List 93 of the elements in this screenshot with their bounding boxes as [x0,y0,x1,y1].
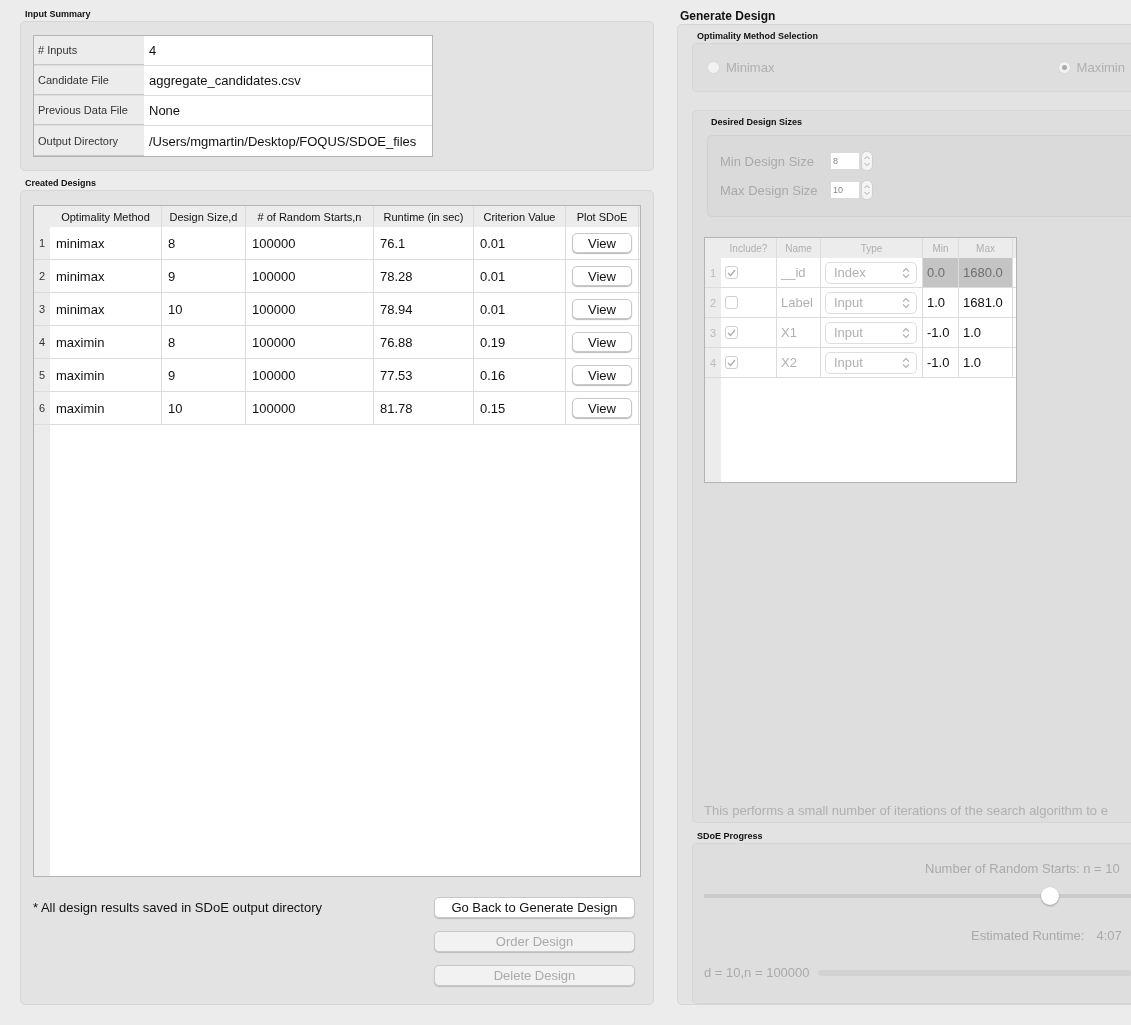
table-cell: 1.0 [959,318,1013,347]
table-cell: 100000 [246,359,374,391]
table-cell-text: /Users/mgmartin/Desktop/FOQUS/SDOE_files [148,132,418,151]
stepper-icon[interactable] [861,180,873,200]
table-cell: minimax [50,260,162,292]
table-cell-text: None [148,102,182,120]
table-cell: 8 [162,326,246,358]
table-cell: 1680.0 [959,258,1013,287]
table-cell: 0.0 [923,258,959,287]
column-header[interactable]: Runtime (in sec) [374,206,474,227]
note-text: * All design results saved in SDoE output directory [33,899,323,917]
table-cell: maximin [50,359,162,391]
table-cell: 9 [162,260,246,292]
table-cell: 1681.0 [959,288,1013,317]
column-header[interactable]: Criterion Value [474,206,566,227]
view-button[interactable]: View [572,332,632,352]
row-number: 1 [34,227,50,259]
row-number: 2 [34,260,50,292]
updown-arrows-icon [902,356,910,369]
table-cell: 0.16 [474,359,566,391]
view-button[interactable]: View [572,299,632,319]
column-header[interactable]: # of Random Starts,n [246,206,374,227]
updown-arrows-icon [902,266,910,279]
type-dropdown[interactable]: Input [825,321,917,344]
number-field[interactable]: 10 [831,182,859,198]
table-cell: 0.01 [474,227,566,259]
type-dropdown[interactable]: Input [825,351,917,374]
checkbox[interactable] [725,326,738,339]
column-header[interactable]: Plot SDoE [566,206,639,227]
table-cell: 100000 [246,260,374,292]
table-cell: 0.15 [474,392,566,424]
view-button[interactable]: View [572,233,632,253]
table-cell: Label [777,288,821,317]
table-cell: 76.1 [374,227,474,259]
type-dropdown[interactable]: Input [825,291,917,314]
table-cell: maximin [50,392,162,424]
table-cell: 81.78 [374,392,474,424]
view-button[interactable]: View [572,365,632,385]
section-title: Generate Design [679,8,777,24]
action-button[interactable]: Go Back to Generate Design [434,897,635,918]
row-header: Candidate File [34,66,144,95]
table-cell: maximin [50,326,162,358]
table-cell: 77.53 [374,359,474,391]
table-cell: 9 [162,359,246,391]
checkbox[interactable] [725,266,738,279]
table-cell: -1.0 [923,348,959,377]
group-title: Optimality Method Selection [696,30,819,43]
table-cell: 10 [162,293,246,325]
row-header: Previous Data File [34,96,144,125]
table-cell: 78.28 [374,260,474,292]
table-cell: 100000 [246,293,374,325]
table-cell: X1 [777,318,821,347]
group-title: Created Designs [24,177,98,190]
table-cell-text: 4 [148,42,158,60]
view-button[interactable]: View [572,266,632,286]
row-number: 3 [34,293,50,325]
table-cell: 100000 [246,392,374,424]
table-cell: -1.0 [923,318,959,347]
updown-arrows-icon [902,296,910,309]
type-dropdown[interactable]: Index [825,261,917,284]
column-header[interactable]: Optimality Method [50,206,162,227]
table-cell: 0.01 [474,260,566,292]
table-cell: minimax [50,293,162,325]
table-cell: 0.01 [474,293,566,325]
table-cell: __id [777,258,821,287]
table-cell: 100000 [246,227,374,259]
group-title: SDoE Progress [696,830,764,843]
table-cell: minimax [50,227,162,259]
stepper-icon[interactable] [861,151,873,171]
view-button[interactable]: View [572,398,632,418]
table-cell: 100000 [246,326,374,358]
row-number: 4 [34,326,50,358]
group-title: Desired Design Sizes [710,116,804,129]
table-cell: 78.94 [374,293,474,325]
updown-arrows-icon [902,326,910,339]
number-field[interactable]: 8 [831,153,859,169]
table-cell: 1.0 [959,348,1013,377]
row-header: # Inputs [34,36,144,65]
table-cell: 1.0 [923,288,959,317]
table-cell: 76.88 [374,326,474,358]
table-cell: 10 [162,392,246,424]
row-number: 6 [34,392,50,424]
checkbox[interactable] [725,296,738,309]
group-title: Input Summary [24,8,92,21]
slider-thumb[interactable] [1040,887,1059,905]
row-header: Output Directory [34,126,144,156]
table-cell-text: aggregate_candidates.csv [148,72,302,90]
table-cell: 8 [162,227,246,259]
table-cell: X2 [777,348,821,377]
table-cell: 0.19 [474,326,566,358]
row-number: 5 [34,359,50,391]
checkbox[interactable] [725,356,738,369]
column-header[interactable]: Design Size,d [162,206,246,227]
